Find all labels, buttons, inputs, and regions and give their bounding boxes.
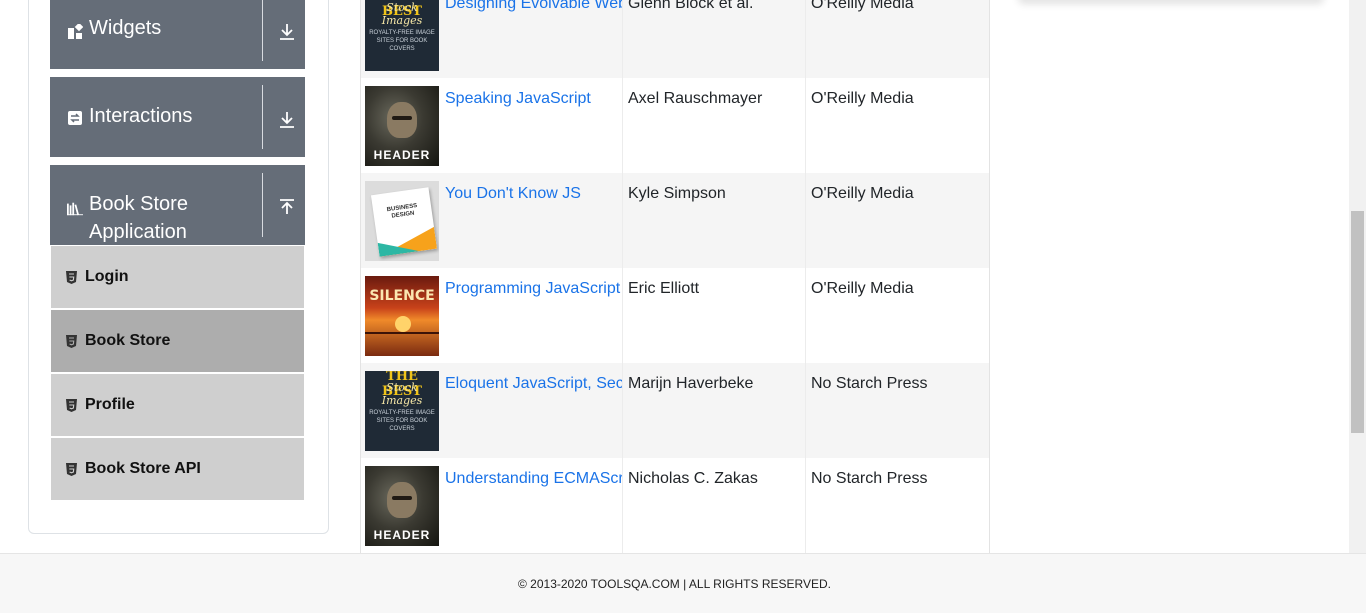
cover-paper-shape: BUSINESS DESIGN [370,187,438,257]
cover-eyes-shape [392,116,412,120]
group-divider [262,85,263,149]
html5-icon [65,334,78,348]
group-interactions[interactable]: Interactions [50,77,305,157]
column-divider [622,0,623,553]
cover-text: HEADER [373,528,431,542]
table-row: HEADER Understanding ECMAScript 6 Nichol… [361,458,989,553]
book-cover-image: SILENCE [365,276,439,356]
table-row: THE BEST Stock Images ROYALTY-FREE IMAGE… [361,363,989,458]
book-publisher: No Starch Press [811,375,928,392]
book-publisher: O'Reilly Media [811,90,914,107]
book-cover-image: BUSINESS DESIGN [365,181,439,261]
book-publisher: O'Reilly Media [811,0,914,12]
cover-horizon-shape [365,332,439,334]
table-row: BUSINESS DESIGN You Don't Know JS Kyle S… [361,173,989,268]
book-cover-image: HEADER [365,86,439,166]
group-label-line1: Book Store [89,193,188,215]
cover-text: ROYALTY-FREE IMAGE SITES FOR BOOK COVERS [369,410,435,432]
book-cover-image: HEADER [365,466,439,546]
download-arrow-icon[interactable] [278,110,296,130]
book-cover-image: THE BEST Stock Images ROYALTY-FREE IMAGE… [365,371,439,451]
group-widgets[interactable]: Widgets [50,0,305,69]
widgets-icon [67,23,83,39]
group-book-store-application[interactable]: Book Store Application [50,165,305,245]
page-scrollbar-thumb[interactable] [1351,211,1364,433]
menu-item-book-store[interactable]: Book Store [51,310,304,372]
menu-item-login[interactable]: Login [51,246,304,308]
book-title-link[interactable]: Designing Evolvable Web APIs with ASP.NE… [445,0,623,15]
html5-icon [65,462,78,476]
book-author: Nicholas C. Zakas [628,470,758,487]
page: Widgets Interactions Book Store Applicat… [0,0,1366,613]
book-author: Marijn Haverbeke [628,375,754,392]
table-row: HEADER Speaking JavaScript Axel Rauschma… [361,78,989,173]
footer: © 2013-2020 TOOLSQA.COM | ALL RIGHTS RES… [0,553,1366,613]
book-author: Axel Rauschmayer [628,90,763,107]
cover-text: ROYALTY-FREE IMAGE SITES FOR BOOK COVERS [369,30,435,52]
interactions-icon [67,110,83,126]
menu-item-label: Book Store API [85,460,201,477]
download-arrow-icon[interactable] [278,22,296,42]
book-title-link[interactable]: Programming JavaScript Applications [445,278,623,300]
bookshelf-icon [67,200,83,216]
cover-face-shape [387,102,417,138]
cover-eyes-shape [392,496,412,500]
table-row: SILENCE Programming JavaScript Applicati… [361,268,989,363]
menu-item-label: Login [85,268,129,285]
cover-text: HEADER [373,148,431,162]
book-publisher: No Starch Press [811,470,928,487]
column-divider [805,0,806,553]
book-title-link[interactable]: Understanding ECMAScript 6 [445,468,623,490]
menu-item-label: Profile [85,396,135,413]
group-label: Widgets [89,17,162,39]
book-title-link[interactable]: Eloquent JavaScript, Second Edition [445,373,623,395]
book-publisher: O'Reilly Media [811,185,914,202]
menu-item-book-store-api[interactable]: Book Store API [51,438,304,500]
upload-arrow-icon[interactable] [278,197,296,217]
table-row: THE BEST Stock Images ROYALTY-FREE IMAGE… [361,0,989,78]
group-label-line2: Application [89,221,187,243]
group-divider [262,173,263,237]
book-cover-image: THE BEST Stock Images ROYALTY-FREE IMAGE… [365,0,439,71]
book-title-link[interactable]: Speaking JavaScript [445,88,623,110]
book-author: Glenn Block et al. [628,0,754,12]
html5-icon [65,398,78,412]
menu-item-profile[interactable]: Profile [51,374,304,436]
book-author: Kyle Simpson [628,185,726,202]
book-publisher: O'Reilly Media [811,280,914,297]
cover-text: SILENCE [369,288,435,304]
menu-item-label: Book Store [85,332,171,349]
footer-copyright: © 2013-2020 TOOLSQA.COM | ALL RIGHTS RES… [518,577,831,591]
cover-text: Stock Images [381,1,423,27]
cover-face-shape [387,482,417,518]
group-label: Interactions [89,105,193,127]
html5-icon [65,270,78,284]
cover-sun-shape [395,316,411,332]
book-title-link[interactable]: You Don't Know JS [445,183,623,205]
book-author: Eric Elliott [628,280,700,297]
group-divider [262,0,263,61]
cover-text: Stock Images [381,381,423,407]
cover-text: BUSINESS DESIGN [386,203,418,220]
